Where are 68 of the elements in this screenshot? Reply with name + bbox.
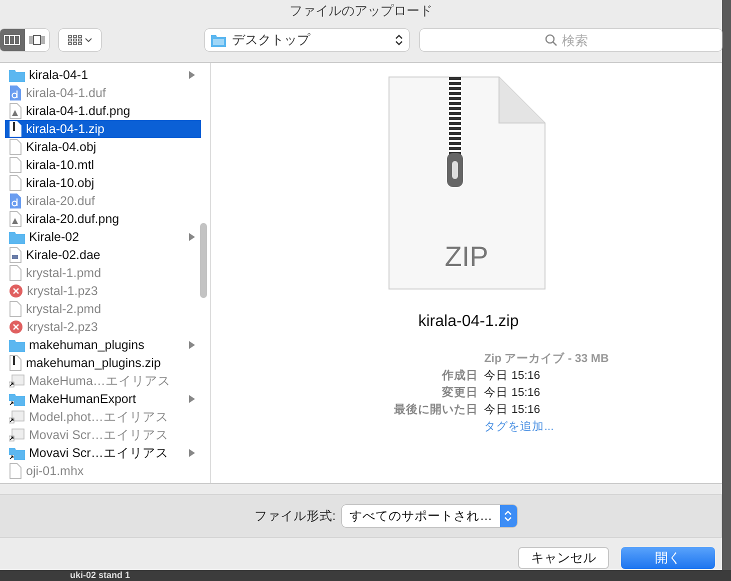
folder-icon bbox=[9, 68, 25, 82]
alias-file-icon bbox=[9, 428, 25, 442]
file-list-item[interactable]: kirala-04-1 bbox=[5, 66, 201, 84]
file-name: kirala-04-1.zip bbox=[418, 313, 519, 331]
document-icon bbox=[9, 157, 22, 173]
folder-alias-icon bbox=[9, 392, 25, 406]
search-field[interactable]: 検索 bbox=[420, 29, 722, 51]
search-icon bbox=[545, 34, 557, 46]
location-dropdown[interactable]: デスクトップ bbox=[205, 29, 409, 51]
detail-label: 作成日 bbox=[440, 368, 478, 384]
up-down-arrows-icon bbox=[504, 510, 512, 522]
up-down-arrows-icon bbox=[395, 34, 403, 46]
detail-label: 変更日 bbox=[441, 385, 478, 401]
document-icon bbox=[9, 247, 22, 263]
file-list-item[interactable]: Movavi Scr…エイリアス bbox=[5, 444, 201, 462]
zip-file-icon bbox=[9, 355, 22, 371]
chevron-down-icon bbox=[85, 38, 92, 42]
columns-view-button[interactable] bbox=[0, 29, 25, 51]
window-title: ファイルのアップロード bbox=[288, 2, 434, 20]
alias-file-icon bbox=[9, 410, 25, 424]
file-list-item[interactable]: kirala-10.obj bbox=[5, 174, 201, 192]
file-list-item[interactable]: makehuman_plugins bbox=[5, 336, 201, 354]
zip-file-icon bbox=[9, 121, 22, 137]
detail-label: 最後に開いた日 bbox=[394, 402, 478, 418]
scrollbar-thumb[interactable] bbox=[200, 223, 207, 298]
file-list-item[interactable]: Kirale-02.dae bbox=[5, 246, 201, 264]
file-format-label: ファイル形式: bbox=[254, 508, 336, 524]
disclosure-arrow-icon bbox=[189, 449, 195, 457]
folder-alias-icon bbox=[9, 446, 25, 460]
columns-icon bbox=[4, 35, 20, 45]
document-icon bbox=[9, 175, 22, 191]
coverflow-icon bbox=[29, 35, 46, 45]
x-badge-icon bbox=[9, 284, 23, 298]
file-list-item[interactable]: kirala-20.duf.png bbox=[5, 210, 201, 228]
file-list-item[interactable]: Kirale-02 bbox=[5, 228, 201, 246]
file-list-item[interactable]: kirala-10.mtl bbox=[5, 156, 201, 174]
arrange-button[interactable] bbox=[59, 29, 102, 51]
detail-value: 今日 15:16 bbox=[484, 402, 542, 418]
file-list-item[interactable]: makehuman_plugins.zip bbox=[5, 354, 201, 372]
folder-icon bbox=[9, 338, 25, 352]
document-icon bbox=[9, 265, 22, 281]
detail-value: 今日 15:16 bbox=[484, 386, 542, 401]
document-icon bbox=[9, 301, 22, 317]
cancel-button[interactable]: キャンセル bbox=[518, 547, 609, 569]
alias-file-icon bbox=[9, 374, 25, 388]
folder-icon bbox=[9, 230, 25, 244]
image-file-icon bbox=[9, 103, 22, 119]
grid-icon bbox=[68, 35, 82, 45]
zip-archive-icon: ZIP bbox=[386, 75, 546, 291]
file-type-size: Zip アーカイブ - 33 MB bbox=[484, 351, 609, 367]
file-list-item[interactable]: kirala-04-1.duf.png bbox=[5, 102, 201, 120]
background-window-text: uki-02 stand 1 bbox=[70, 570, 130, 581]
file-list-item[interactable]: kirala-04-1.zip bbox=[5, 120, 201, 138]
image-file-icon bbox=[9, 211, 22, 227]
disclosure-arrow-icon bbox=[189, 341, 195, 349]
document-icon bbox=[9, 193, 22, 209]
x-badge-icon bbox=[9, 320, 23, 334]
file-list-item[interactable]: Kirala-04.obj bbox=[5, 138, 201, 156]
document-icon bbox=[9, 139, 22, 155]
document-icon bbox=[9, 463, 22, 479]
document-icon bbox=[9, 85, 22, 101]
disclosure-arrow-icon bbox=[189, 71, 195, 79]
folder-icon bbox=[211, 34, 226, 46]
disclosure-arrow-icon bbox=[189, 233, 195, 241]
detail-value: 今日 15:16 bbox=[484, 368, 542, 384]
file-list-item[interactable]: MakeHumanExport bbox=[5, 390, 201, 408]
disclosure-arrow-icon bbox=[189, 395, 195, 403]
file-format-dropdown[interactable]: すべてのサポートされ… bbox=[342, 505, 517, 527]
